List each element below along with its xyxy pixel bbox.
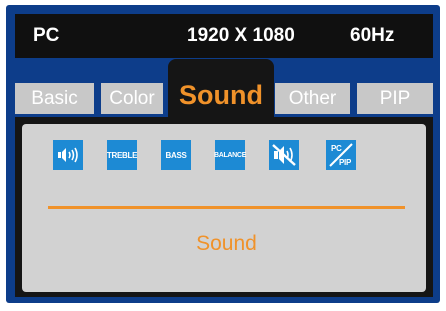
divider-line <box>48 206 405 209</box>
selected-item-label: Sound <box>196 232 257 255</box>
tab-sound[interactable]: Sound <box>168 59 274 120</box>
bass-icon[interactable]: BASS <box>161 140 191 170</box>
resolution: 1920 X 1080 <box>187 25 295 46</box>
mute-icon[interactable] <box>269 140 299 170</box>
input-source: PC <box>33 25 60 46</box>
balance-icon[interactable]: BALANCE <box>214 140 246 170</box>
tab-basic[interactable]: Basic <box>15 83 94 114</box>
tab-color[interactable]: Color <box>101 83 163 114</box>
pc-pip-icon[interactable]: PC PIP <box>326 140 356 170</box>
treble-icon[interactable]: TREBLE <box>107 140 137 170</box>
volume-icon[interactable] <box>53 140 83 170</box>
pc-pip-top-label: PC <box>331 144 342 153</box>
status-header: PC 1920 X 1080 60Hz <box>15 14 433 58</box>
pc-pip-bottom-label: PIP <box>339 158 352 167</box>
tab-other[interactable]: Other <box>275 83 350 114</box>
refresh-rate: 60Hz <box>350 25 395 46</box>
tab-pip[interactable]: PIP <box>357 83 433 114</box>
